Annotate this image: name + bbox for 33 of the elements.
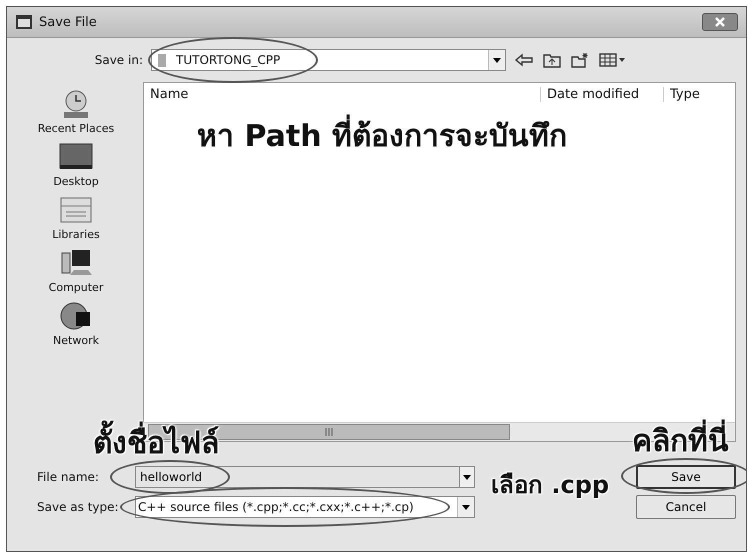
save-in-label: Save in: (94, 53, 143, 67)
dropdown-arrow-icon (463, 474, 471, 480)
place-item[interactable]: Computer (48, 247, 104, 294)
place-item[interactable]: Network (53, 300, 99, 347)
column-header[interactable]: Date modified (541, 86, 664, 102)
folder-icon (156, 52, 168, 68)
window-title: Save File (39, 14, 98, 30)
column-header[interactable]: Type (664, 86, 735, 102)
column-header[interactable]: Name (144, 86, 541, 102)
save-button[interactable]: Save (636, 465, 736, 489)
annotation-text: ตั้งชื่อไฟล์ (93, 419, 219, 466)
save-in-dropdown[interactable]: TUTORTONG_CPP (151, 49, 506, 71)
app-icon (15, 14, 33, 30)
annotation-text: หา Path ที่ต้องการจะบันทึก (197, 112, 568, 159)
save-as-type-label: Save as type: (37, 500, 120, 514)
dropdown-arrow-icon (462, 504, 470, 510)
save-as-type-dropdown[interactable]: C++ source files (*.cpp;*.cc;*.cxx;*.c++;*.cp) (135, 496, 475, 518)
back-arrow-icon[interactable] (514, 52, 534, 68)
annotation-text: เลือก .cpp (491, 470, 610, 501)
new-folder-icon[interactable] (570, 52, 590, 68)
grip-icon (324, 428, 334, 436)
dropdown-arrow-icon (493, 58, 501, 62)
up-folder-icon[interactable] (542, 52, 562, 68)
annotation-text: คลิกที่นี่ (632, 417, 729, 464)
place-item[interactable]: Libraries (52, 194, 100, 241)
file-name-label: File name: (37, 470, 100, 484)
close-button[interactable] (702, 13, 738, 31)
place-item[interactable]: Recent Places (38, 88, 114, 135)
file-name-field[interactable]: helloworld (135, 466, 459, 488)
place-item[interactable]: Desktop (53, 141, 99, 188)
close-icon (714, 17, 726, 27)
cancel-button[interactable]: Cancel (636, 495, 736, 519)
view-menu-icon[interactable] (598, 52, 626, 68)
